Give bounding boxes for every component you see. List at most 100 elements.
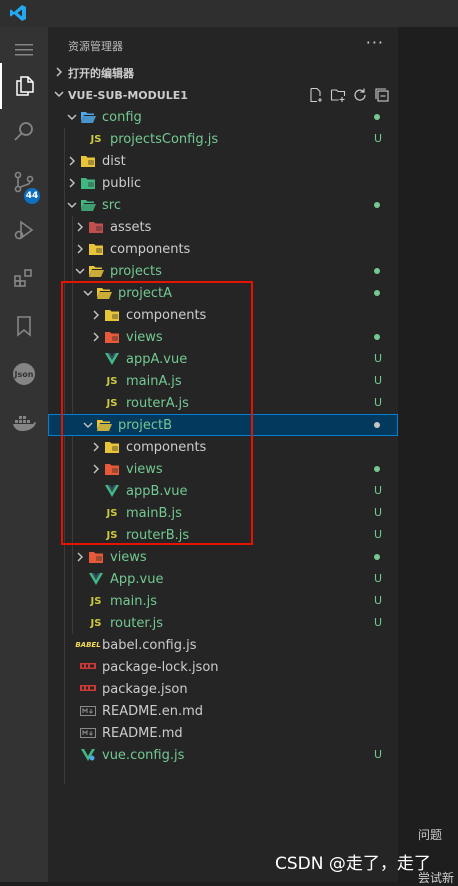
tree-file[interactable]: vue.config.js U [48, 744, 398, 766]
tree-item-name: main.js [110, 593, 157, 609]
folder-icon [104, 461, 120, 477]
tree-folder[interactable]: views [48, 458, 398, 480]
tree-item-name: package-lock.json [102, 659, 219, 675]
untracked-status: U [373, 528, 382, 541]
folder-icon [88, 241, 104, 257]
tree-file[interactable]: JS mainB.js U [48, 502, 398, 524]
npm-file-icon [80, 685, 96, 691]
scm-badge: 44 [24, 188, 40, 204]
folder-icon [88, 219, 104, 235]
tree-folder[interactable]: components [48, 436, 398, 458]
tree-file[interactable]: JS router.js U [48, 612, 398, 634]
explorer-files-icon[interactable] [0, 63, 48, 109]
tree-item-name: mainB.js [126, 505, 182, 521]
tree-folder[interactable]: views [48, 546, 398, 568]
untracked-status: U [373, 132, 382, 145]
tree-file[interactable]: appB.vue U [48, 480, 398, 502]
project-name: VUE-SUB-MODULE1 [68, 88, 188, 102]
source-control-icon[interactable]: 44 [0, 159, 48, 205]
folder-icon [104, 329, 120, 345]
untracked-status: U [373, 396, 382, 409]
folder-icon [80, 153, 96, 169]
js-file-icon: JS [88, 131, 104, 147]
babel-file-icon: BABEL [75, 641, 101, 649]
run-debug-icon[interactable] [0, 207, 48, 253]
tree-item-name: projectB [118, 417, 173, 433]
tree-folder[interactable]: src [48, 194, 398, 216]
tree-item-name: views [126, 461, 163, 477]
md-file-icon [80, 703, 96, 719]
status-dot [374, 554, 380, 560]
tree-file[interactable]: README.en.md [48, 700, 398, 722]
docker-icon[interactable] [0, 399, 48, 445]
tree-folder[interactable]: projects [48, 260, 398, 282]
tree-folder[interactable]: views [48, 326, 398, 348]
search-icon[interactable] [0, 109, 48, 155]
tree-item-name: config [102, 109, 142, 125]
untracked-status: U [373, 484, 382, 497]
tree-file[interactable]: JS projectsConfig.js U [48, 128, 398, 150]
chevron-down-icon [64, 194, 80, 216]
npm-file-icon [80, 663, 96, 669]
tree-file[interactable]: JS routerB.js U [48, 524, 398, 546]
vue-config-file-icon [81, 749, 95, 761]
chevron-right-icon [72, 238, 88, 260]
project-section[interactable]: VUE-SUB-MODULE1 [48, 84, 398, 106]
tree-file[interactable]: JS main.js U [48, 590, 398, 612]
tree-file[interactable]: JS routerA.js U [48, 392, 398, 414]
vue-file-icon [89, 573, 103, 585]
json-icon[interactable]: Json [0, 351, 48, 397]
tree-file[interactable]: JS mainA.js U [48, 370, 398, 392]
tree-folder[interactable]: components [48, 304, 398, 326]
tree-item-name: dist [102, 153, 126, 169]
status-dot [374, 114, 380, 120]
tree-file[interactable]: appA.vue U [48, 348, 398, 370]
chevron-right-icon [50, 67, 68, 80]
tree-folder[interactable]: projectA [48, 282, 398, 304]
tab-problems[interactable]: 问题 [418, 826, 442, 843]
tree-item-name: routerA.js [126, 395, 189, 411]
explorer-header: 资源管理器 ··· [48, 27, 398, 62]
collapse-all-icon[interactable] [374, 87, 390, 103]
tree-folder[interactable]: projectB [48, 414, 398, 436]
folder-icon [88, 263, 104, 279]
chevron-right-icon [64, 172, 80, 194]
tree-file[interactable]: App.vue U [48, 568, 398, 590]
extensions-icon[interactable] [0, 255, 48, 301]
tree-folder[interactable]: dist [48, 150, 398, 172]
folder-icon [80, 109, 96, 125]
folder-icon [96, 285, 112, 301]
folder-icon [88, 549, 104, 565]
tree-file[interactable]: package.json [48, 678, 398, 700]
tree-item-name: public [102, 175, 142, 191]
new-file-icon[interactable] [308, 87, 324, 103]
js-file-icon: JS [88, 615, 104, 631]
tree-folder[interactable]: components [48, 238, 398, 260]
markdown-file-icon [80, 728, 96, 738]
tree-file[interactable]: package-lock.json [48, 656, 398, 678]
open-editors-section[interactable]: 打开的编辑器 [48, 62, 398, 84]
untracked-status: U [373, 748, 382, 761]
tree-folder[interactable]: public [48, 172, 398, 194]
tree-item-name: routerB.js [126, 527, 190, 543]
new-folder-icon[interactable] [330, 87, 346, 103]
tree-folder[interactable]: assets [48, 216, 398, 238]
bookmark-icon[interactable] [0, 303, 48, 349]
tree-folder[interactable]: config [48, 106, 398, 128]
untracked-status: U [373, 506, 382, 519]
refresh-icon[interactable] [352, 87, 368, 103]
open-editors-label: 打开的编辑器 [68, 67, 134, 80]
folder-icon [80, 175, 96, 191]
explorer-sidebar: 资源管理器 ··· 打开的编辑器 VUE-SUB-MODULE1 config J… [48, 27, 398, 882]
tree-file[interactable]: README.md [48, 722, 398, 744]
tree-file[interactable]: BABEL babel.config.js [48, 634, 398, 656]
chevron-right-icon [88, 326, 104, 348]
vue-file-icon [88, 571, 104, 587]
more-actions-icon[interactable]: ··· [366, 33, 384, 52]
